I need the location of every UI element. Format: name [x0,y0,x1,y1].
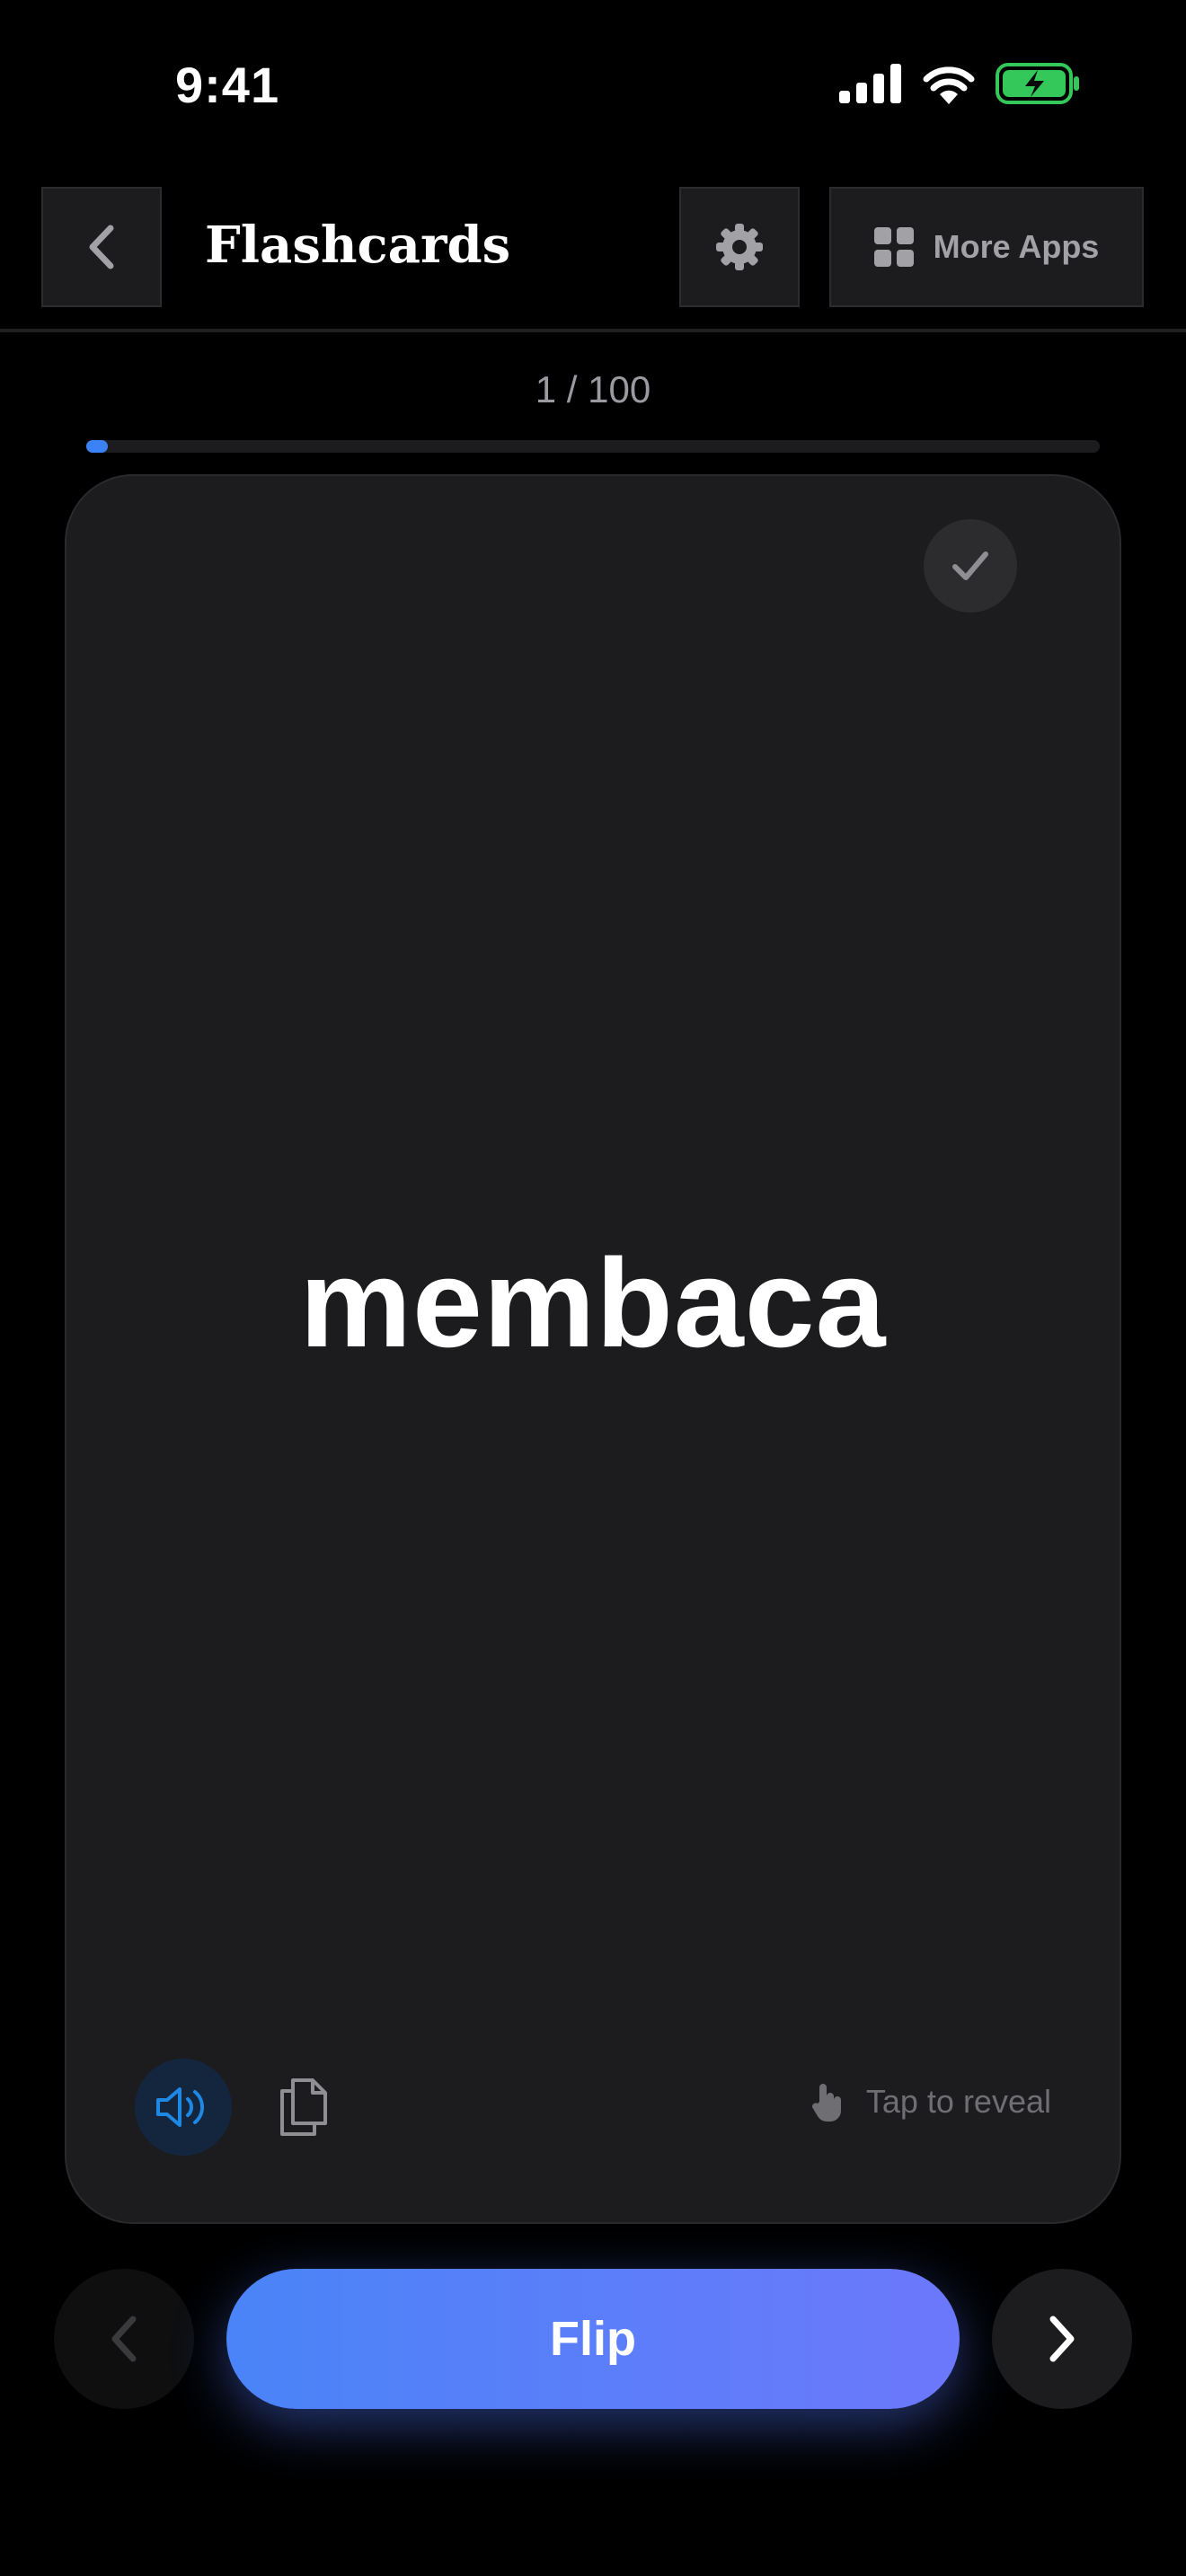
previous-card-button[interactable] [54,2269,194,2409]
flashcards-screen: 9:41 Flashcards More Apps 1 / 100 membac… [0,0,1186,2576]
page-title: Flashcards [205,216,511,275]
cellular-signal-icon [839,64,901,103]
status-time: 9:41 [175,57,280,113]
progress-bar [86,440,1100,453]
copy-icon [280,2078,327,2136]
copy-button[interactable] [273,2075,334,2139]
header-divider [0,329,1186,332]
flip-button[interactable]: Flip [226,2269,960,2409]
mark-known-button[interactable] [924,519,1017,613]
tap-to-reveal-label: Tap to reveal [865,2083,1051,2120]
flashcard-word: membaca [299,1232,887,1373]
battery-charging-icon [996,63,1079,104]
chevron-right-icon [1049,2316,1075,2362]
next-card-button[interactable] [992,2269,1132,2409]
progress-bar-fill [86,440,108,453]
flashcard[interactable]: membaca Tap to reveal [65,474,1121,2224]
tap-to-reveal-hint: Tap to reveal [809,2080,1051,2123]
more-apps-label: More Apps [933,228,1100,265]
back-button[interactable] [41,187,162,307]
chevron-left-icon [111,2316,137,2362]
play-audio-button[interactable] [135,2059,232,2156]
wifi-icon [923,66,975,104]
more-apps-button[interactable]: More Apps [829,187,1144,307]
chevron-left-icon [89,225,114,269]
speaker-icon [156,2087,205,2127]
checkmark-icon [952,551,988,580]
progress-counter: 1 / 100 [535,368,651,410]
grid-icon [873,227,914,267]
settings-button[interactable] [679,187,800,307]
status-icons [839,63,1080,104]
tap-hand-icon [811,2084,841,2122]
gear-icon [716,224,763,270]
